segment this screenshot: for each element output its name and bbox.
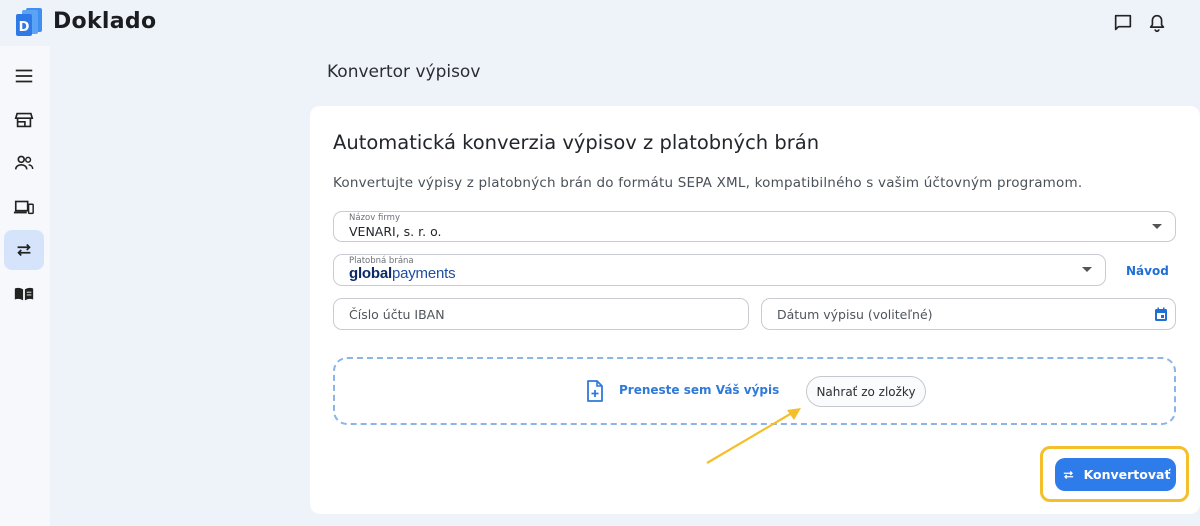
swap-icon: [1063, 470, 1073, 479]
book-icon: [14, 287, 34, 301]
company-value: VENARI, s. r. o.: [349, 224, 442, 239]
doklado-logo-icon[interactable]: D: [14, 6, 46, 38]
statement-date-input[interactable]: Dátum výpisu (voliteľné): [761, 298, 1176, 330]
iban-input[interactable]: Číslo účtu IBAN: [333, 298, 749, 330]
chevron-down-icon: [1082, 267, 1092, 272]
convert-label: Konvertovať: [1083, 467, 1171, 482]
top-bar: D Doklado: [0, 0, 1200, 46]
card-title: Automatická konverzia výpisov z platobný…: [333, 131, 820, 154]
logo-bold-text: global: [349, 265, 392, 282]
brand-name: Doklado: [53, 9, 157, 34]
convert-button[interactable]: Konvertovať: [1055, 458, 1176, 491]
sidebar-item-devices[interactable]: [4, 187, 44, 227]
company-label: Názov firmy: [349, 213, 400, 223]
dropzone-text: Preneste sem Váš výpis: [619, 383, 780, 397]
global-payments-logo: globalpayments: [349, 265, 456, 282]
card-subtitle: Konvertujte výpisy z platobných brán do …: [333, 175, 1083, 191]
guide-link[interactable]: Návod: [1126, 264, 1169, 278]
chat-icon[interactable]: [1112, 12, 1134, 34]
company-select[interactable]: Názov firmy VENARI, s. r. o.: [333, 211, 1176, 242]
file-add-icon: [587, 380, 603, 402]
chevron-down-icon: [1152, 224, 1162, 229]
store-icon: [14, 112, 34, 128]
swap-icon: [17, 243, 31, 257]
sidebar: [0, 46, 50, 526]
sidebar-item-converter[interactable]: [4, 230, 44, 270]
svg-text:D: D: [19, 20, 30, 35]
upload-from-folder-button[interactable]: Nahrať zo zložky: [806, 376, 926, 407]
sidebar-menu-button[interactable]: [4, 56, 44, 96]
sidebar-item-store[interactable]: [4, 100, 44, 140]
page-title: Konvertor výpisov: [327, 62, 481, 82]
iban-placeholder: Číslo účtu IBAN: [349, 307, 445, 322]
gateway-select[interactable]: Platobná brána globalpayments: [333, 254, 1106, 286]
date-placeholder: Dátum výpisu (voliteľné): [777, 307, 933, 322]
sidebar-item-people[interactable]: [4, 143, 44, 183]
calendar-icon[interactable]: [1154, 307, 1168, 322]
menu-icon: [15, 69, 33, 83]
bell-icon[interactable]: [1146, 12, 1168, 34]
people-icon: [14, 155, 34, 170]
devices-icon: [13, 200, 34, 215]
logo-light-text: payments: [391, 265, 456, 282]
sidebar-item-guide[interactable]: [4, 274, 44, 314]
